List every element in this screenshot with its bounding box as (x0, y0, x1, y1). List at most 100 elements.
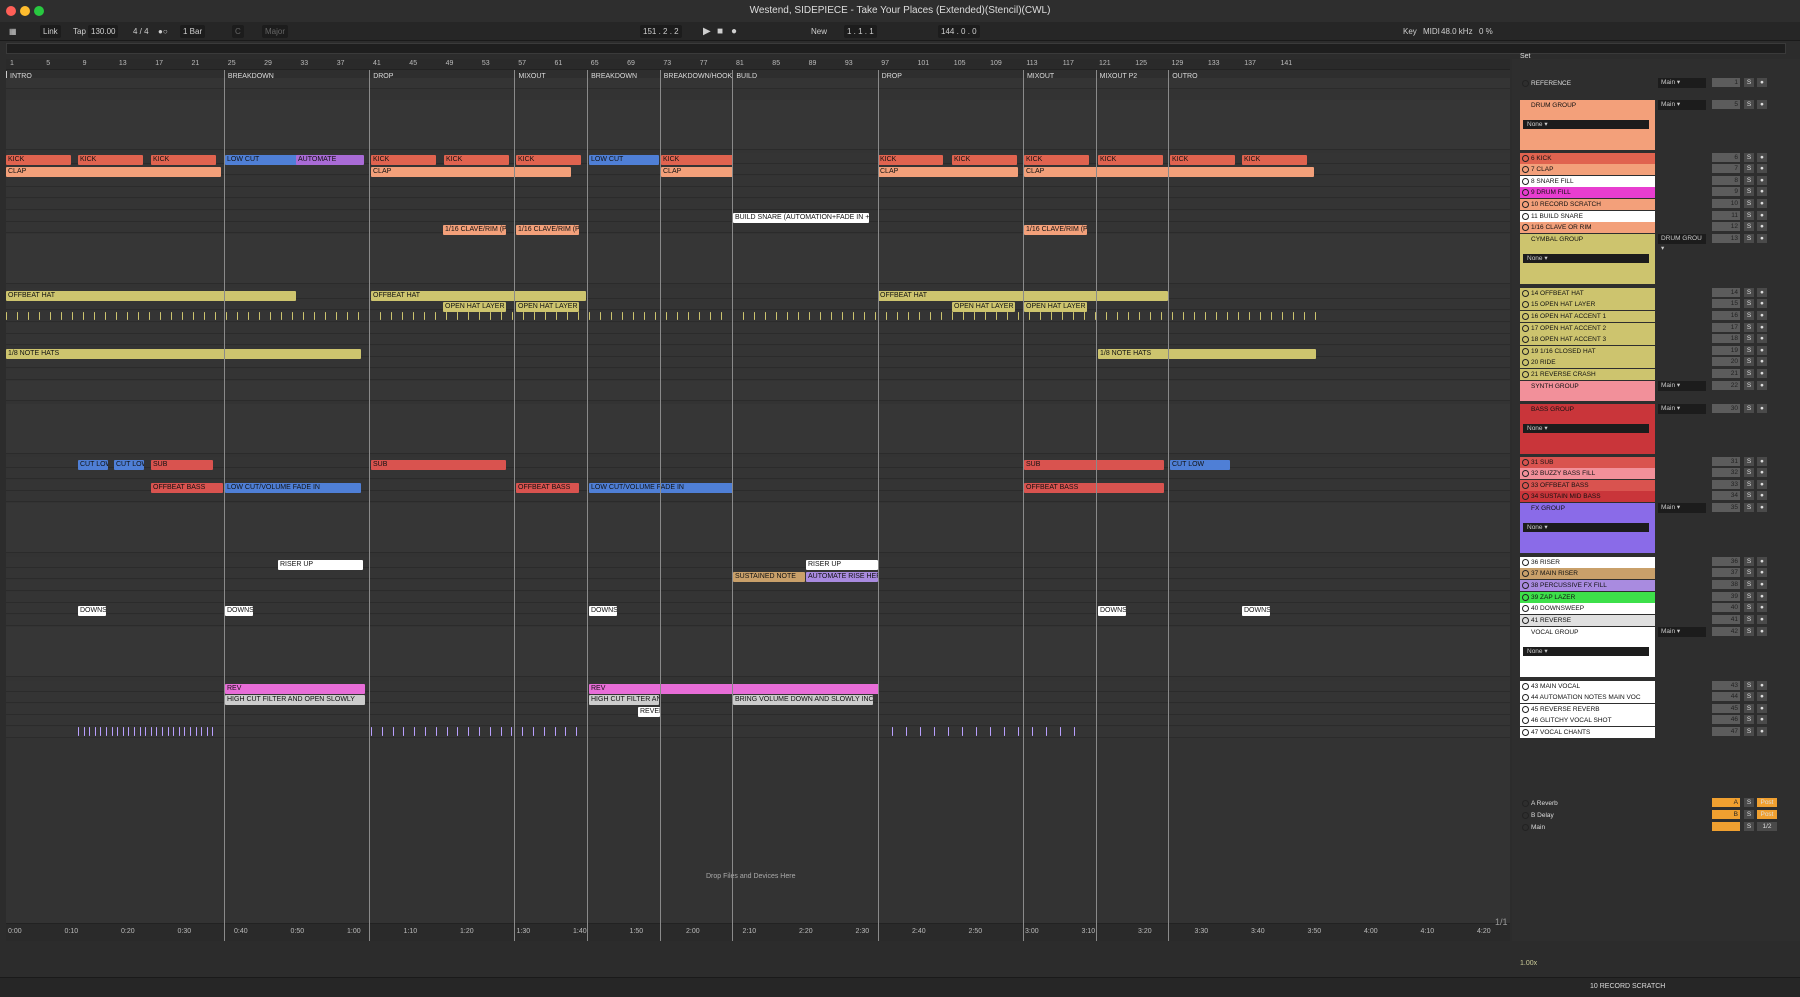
track-header[interactable]: 38 PERCUSSIVE FX FILL (1520, 580, 1655, 591)
track-fold-icon[interactable] (1522, 189, 1529, 196)
arm-button[interactable]: ● (1757, 480, 1767, 489)
arm-button[interactable]: ● (1757, 557, 1767, 566)
solo-button[interactable]: S (1744, 715, 1754, 724)
track-header[interactable]: 9 DRUM FILL (1520, 187, 1655, 198)
clip[interactable]: KICK (371, 155, 436, 165)
arm-button[interactable]: ● (1757, 78, 1767, 87)
arm-button[interactable]: ● (1757, 357, 1767, 366)
track-fold-icon[interactable] (1522, 493, 1529, 500)
clip[interactable]: OPEN HAT LAYER (952, 302, 1015, 312)
arm-button[interactable]: ● (1757, 727, 1767, 736)
loop-start-field[interactable]: 1 . 1 . 1 (844, 25, 877, 38)
bar-ruler[interactable]: 1 5 9 13 17 21 25 29 33 37 41 45 49 53 57 61 65 69 73 77 81 8… (6, 59, 1510, 70)
tempo-field[interactable]: 130.00 (88, 25, 119, 38)
arm-button[interactable]: ● (1757, 176, 1767, 185)
track-header[interactable]: 15 OPEN HAT LAYER (1520, 299, 1655, 310)
clip[interactable]: KICK (878, 155, 943, 165)
track-header[interactable]: 1/16 CLAVE OR RIM (1520, 222, 1655, 233)
clip[interactable]: CLAP (661, 167, 733, 177)
clip[interactable]: RISER UP (806, 560, 878, 570)
arm-button[interactable]: ● (1757, 503, 1767, 512)
track-header[interactable]: 39 ZAP LAZER (1520, 592, 1655, 603)
clip[interactable]: LOW CUT/VOLUME FADE IN (589, 483, 733, 493)
track-header[interactable]: 8 SNARE FILL (1520, 176, 1655, 187)
track-header[interactable]: 37 MAIN RISER (1520, 568, 1655, 579)
track-fold-icon[interactable] (1522, 178, 1529, 185)
quantize-select[interactable]: 1 Bar (180, 25, 206, 38)
clip[interactable]: SUB (151, 460, 213, 470)
return-track-header[interactable]: B Delay (1520, 810, 1655, 821)
solo-button[interactable]: S (1744, 557, 1754, 566)
solo-button[interactable]: S (1744, 346, 1754, 355)
arm-button[interactable]: ● (1757, 334, 1767, 343)
clip[interactable]: OFFBEAT HAT (6, 291, 296, 301)
clip[interactable]: CUT LOW (1170, 460, 1230, 470)
arm-button[interactable]: ● (1757, 704, 1767, 713)
track-fold-icon[interactable] (1522, 166, 1529, 173)
solo-button[interactable]: S (1744, 468, 1754, 477)
new-button[interactable]: New (808, 25, 830, 38)
zoom-window-icon[interactable] (34, 6, 44, 16)
solo-button[interactable]: S (1744, 615, 1754, 624)
solo-button[interactable]: S (1744, 311, 1754, 320)
solo-button[interactable]: S (1744, 199, 1754, 208)
track-fold-icon[interactable] (1522, 729, 1529, 736)
clip[interactable]: KICK (1242, 155, 1307, 165)
track-header[interactable]: 18 OPEN HAT ACCENT 3 (1520, 334, 1655, 345)
arm-button[interactable]: ● (1757, 311, 1767, 320)
clip[interactable]: KICK (444, 155, 509, 165)
arm-button[interactable]: ● (1757, 592, 1767, 601)
clip[interactable]: OFFBEAT HAT (371, 291, 586, 301)
arm-button[interactable]: ● (1757, 715, 1767, 724)
track-header[interactable]: 33 OFFBEAT BASS (1520, 480, 1655, 491)
solo-button[interactable]: S (1744, 692, 1754, 701)
track-header[interactable]: 6 KICK (1520, 153, 1655, 164)
view-toggle-icon[interactable]: ▦ (6, 25, 20, 38)
group-track-header[interactable]: DRUM GROUP None ▾ (1520, 100, 1655, 150)
solo-button[interactable]: S (1744, 503, 1754, 512)
clip[interactable]: KICK (1024, 155, 1089, 165)
output-routing-select[interactable]: Main ▾ (1658, 381, 1706, 391)
track-fold-icon[interactable] (1522, 325, 1529, 332)
track-fold-icon[interactable] (1522, 582, 1529, 589)
clip[interactable]: CUT LOW (78, 460, 108, 470)
clip[interactable]: DOWNSWEEP (225, 606, 253, 616)
track-fold-icon[interactable] (1522, 717, 1529, 724)
track-fold-icon[interactable] (1522, 470, 1529, 477)
track-header[interactable]: 16 OPEN HAT ACCENT 1 (1520, 311, 1655, 322)
clip[interactable]: 1/16 CLAVE/RIM (PAN (1024, 225, 1087, 235)
track-fold-icon[interactable] (1522, 371, 1529, 378)
tap-button[interactable]: Tap (70, 25, 89, 38)
time-ruler[interactable]: 0:00 0:10 0:20 0:30 0:40 0:50 1:00 1:10 1:20 1:30… (6, 923, 1510, 941)
track-fold-icon[interactable] (1522, 570, 1529, 577)
group-input-select[interactable]: None ▾ (1523, 424, 1649, 433)
arm-button[interactable]: ● (1757, 568, 1767, 577)
track-fold-icon[interactable] (1522, 482, 1529, 489)
clip[interactable]: DOWNSWEEP (78, 606, 106, 616)
clip[interactable]: REV (589, 684, 879, 694)
arm-button[interactable]: ● (1757, 692, 1767, 701)
solo-button[interactable]: S (1744, 78, 1754, 87)
solo-button[interactable]: S (1744, 176, 1754, 185)
clip[interactable]: 1/8 NOTE HATS (1098, 349, 1316, 359)
clip[interactable]: BRING VOLUME DOWN AND SLOWLY INCREASE (733, 695, 873, 705)
clip[interactable]: DOWNSWEEP (1242, 606, 1270, 616)
output-routing-select[interactable]: Main ▾ (1658, 627, 1706, 637)
arm-button[interactable]: ● (1757, 100, 1767, 109)
clip[interactable]: AUTOMATE (296, 155, 364, 165)
solo-button[interactable]: S (1744, 334, 1754, 343)
post-button[interactable]: Post (1757, 810, 1777, 819)
clip[interactable]: LOW CUT/VOLUME FADE IN (225, 483, 361, 493)
solo-button[interactable]: S (1744, 369, 1754, 378)
arm-button[interactable]: ● (1757, 199, 1767, 208)
clip[interactable]: RISER UP (278, 560, 363, 570)
clip[interactable]: OFFBEAT BASS (151, 483, 223, 493)
solo-button[interactable]: S (1744, 404, 1754, 413)
track-fold-icon[interactable] (1522, 290, 1529, 297)
clip[interactable]: KICK (151, 155, 216, 165)
arm-button[interactable]: ● (1757, 288, 1767, 297)
solo-button[interactable]: S (1744, 288, 1754, 297)
track-header[interactable]: 46 GLITCHY VOCAL SHOT (1520, 715, 1655, 726)
group-input-select[interactable]: None ▾ (1523, 647, 1649, 656)
arm-button[interactable]: ● (1757, 404, 1767, 413)
